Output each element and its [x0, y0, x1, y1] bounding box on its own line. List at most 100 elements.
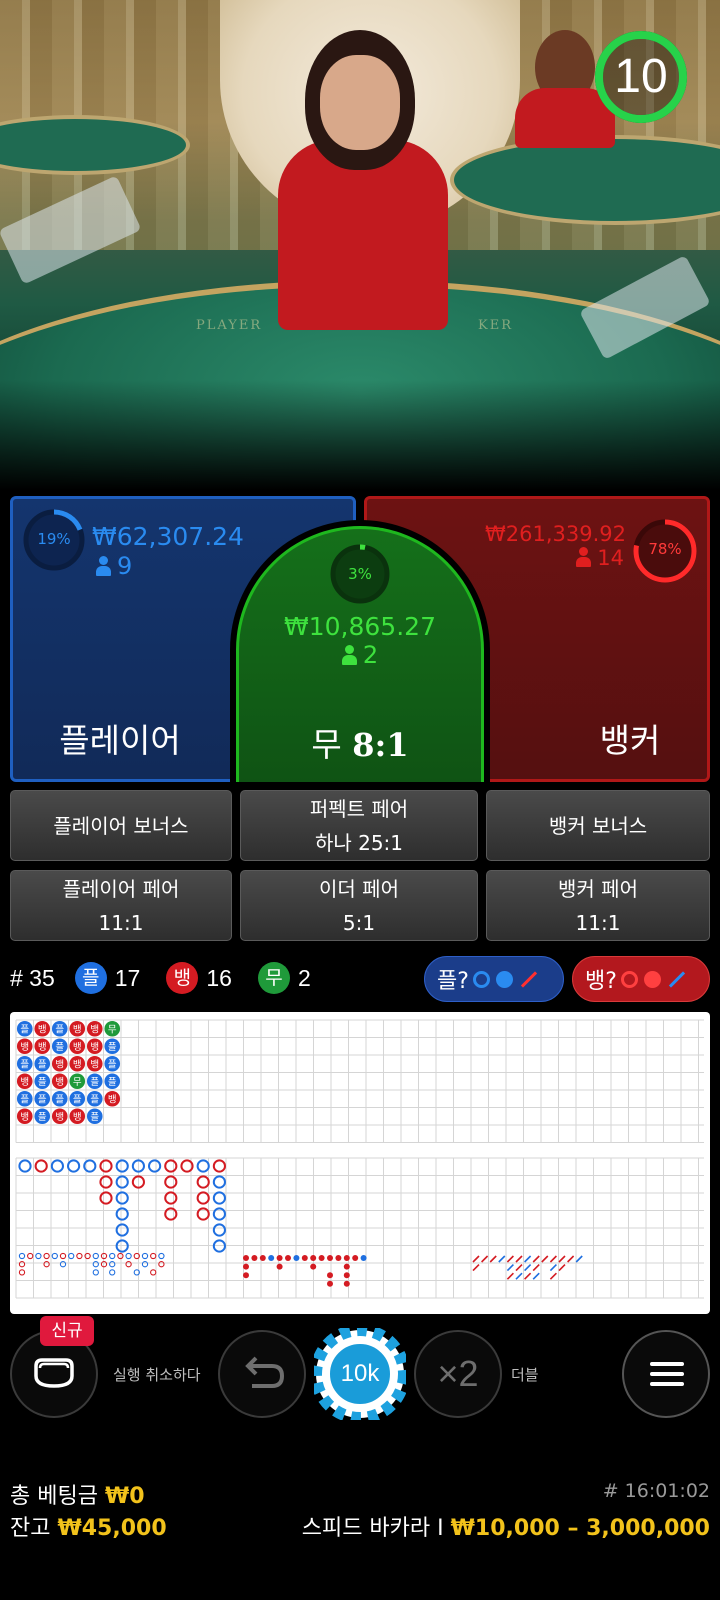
bead-road-label: 뱅 [38, 1042, 47, 1053]
player-pair-button[interactable]: 플레이어 페어 11:1 [10, 870, 232, 941]
scoreboard-roadmap[interactable]: 플뱅플뱅뱅무뱅뱅플뱅뱅플플플뱅뱅뱅플뱅플뱅무플플플플플플플뱅뱅플뱅뱅플 [10, 1012, 710, 1314]
big-road-mark [212, 1175, 226, 1189]
derived-road-slash [472, 1255, 480, 1263]
player-total-amount: ₩62,307.24 [92, 522, 244, 551]
bead-road-label: 뱅 [73, 1042, 82, 1053]
big-road-mark [99, 1191, 113, 1205]
undo-icon [245, 1356, 285, 1388]
big-road-mark [212, 1191, 226, 1205]
derived-road-slash [567, 1255, 575, 1263]
derived-road-dot [360, 1255, 367, 1261]
banker-pair-odds: 11:1 [575, 910, 621, 935]
bead-road-label: 뱅 [73, 1059, 82, 1070]
round-number: # 35 [10, 964, 55, 991]
balance-label: 잔고 [10, 1516, 51, 1541]
derived-road-slash [515, 1255, 523, 1263]
derived-road-dot [310, 1263, 317, 1270]
undo-button[interactable] [218, 1330, 306, 1418]
table-limits: ₩10,000 – 3,000,000 [450, 1516, 710, 1541]
total-bet-label: 총 베팅금 [10, 1484, 98, 1509]
bead-road-label: 뱅 [55, 1112, 64, 1123]
player-bonus-label: 플레이어 보너스 [53, 813, 189, 838]
derived-road-dot [335, 1255, 342, 1261]
derived-road-slash [549, 1272, 557, 1280]
player-bonus-button[interactable]: 플레이어 보너스 [10, 790, 232, 861]
bead-road-label: 무 [108, 1024, 117, 1035]
derived-road-slash [558, 1264, 566, 1272]
derived-road-dot [343, 1263, 350, 1270]
player-person-icon [96, 556, 111, 576]
tie-bettor-count-value: 2 [362, 641, 379, 669]
banker-win-count: 16 [206, 964, 232, 991]
video-fade [0, 380, 720, 490]
banker-pair-button[interactable]: 뱅커 페어 11:1 [486, 870, 710, 941]
bead-road-label: 플 [108, 1042, 117, 1053]
player-predict-label: 플? [437, 969, 469, 994]
menu-button[interactable] [622, 1330, 710, 1418]
tie-bettor-count: 2 [236, 641, 484, 669]
banker-bettor-count-value: 14 [597, 546, 624, 570]
derived-road-mark [43, 1261, 50, 1268]
derived-road-slash [549, 1264, 557, 1272]
derived-road-mark [150, 1252, 157, 1260]
derived-road-dot [301, 1255, 308, 1261]
tie-odds: 8:1 [352, 726, 409, 764]
new-badge: 신규 [40, 1316, 94, 1346]
bead-road-label: 뱅 [108, 1094, 117, 1105]
derived-road-dot [285, 1255, 291, 1261]
bead-road-label: 플 [20, 1024, 29, 1035]
derived-road-dot [243, 1255, 249, 1261]
derived-road-dot [327, 1255, 333, 1261]
derived-road-dot [310, 1255, 317, 1261]
big-road-mark [164, 1191, 178, 1205]
bead-road-label: 뱅 [90, 1024, 99, 1035]
perfect-pair-button[interactable]: 퍼펙트 페어 하나 25:1 [240, 790, 478, 861]
derived-road-slash [532, 1272, 540, 1280]
perfect-pair-label: 퍼펙트 페어 [309, 796, 409, 821]
predict-slash-icon [668, 970, 686, 988]
banker-win-badge: 뱅 [166, 962, 199, 994]
bead-road-label: 플 [20, 1094, 29, 1105]
derived-road-dot [343, 1255, 350, 1261]
perfect-pair-odds: 하나 25:1 [314, 830, 404, 855]
player-pair-label: 플레이어 페어 [62, 876, 180, 901]
banker-person-icon [576, 547, 592, 567]
derived-road-slash [541, 1255, 549, 1263]
banker-total-amount: ₩261,339.92 [484, 522, 626, 546]
banker-bettor-count: 14 [576, 546, 624, 570]
derived-road-slash [532, 1264, 540, 1272]
video-dealer-face [320, 55, 400, 150]
big-road-mark [148, 1159, 162, 1173]
bead-road-label: 플 [38, 1112, 47, 1123]
big-road-mark [67, 1159, 81, 1173]
bead-road-label: 뱅 [38, 1024, 47, 1035]
bead-road-label: 플 [55, 1094, 64, 1105]
banker-predict-button[interactable]: 뱅? [572, 956, 710, 1002]
double-button[interactable]: ×2 [414, 1330, 502, 1418]
derived-road-mark [18, 1261, 26, 1268]
derived-road-slash [524, 1264, 532, 1272]
derived-road-mark [158, 1261, 165, 1268]
predict-ring-icon [472, 970, 490, 988]
derived-road-mark [35, 1252, 42, 1260]
derived-road-slash [506, 1264, 514, 1272]
predict-dot-icon [643, 970, 661, 988]
derived-road-slash [506, 1272, 514, 1280]
tie-label-text: 무 [311, 725, 342, 764]
player-predict-button[interactable]: 플? [424, 956, 564, 1002]
total-bet: 총 베팅금 ₩0 [10, 1478, 145, 1510]
derived-road-slash [532, 1255, 540, 1263]
big-road-mark [18, 1159, 32, 1173]
banker-bonus-button[interactable]: 뱅커 보너스 [486, 790, 710, 861]
game-info: 스피드 바카라 I ₩10,000 – 3,000,000 [302, 1510, 710, 1542]
derived-road-mark [109, 1252, 116, 1260]
derived-road-mark [59, 1261, 67, 1268]
tie-percent: 3% [348, 565, 372, 583]
undo-label: 실행 취소하다 [113, 1366, 201, 1384]
big-road-mark [164, 1159, 178, 1173]
derived-road-mark [76, 1252, 83, 1260]
derived-road-mark [125, 1261, 132, 1268]
roadmap-grid: 플 뱅 플 뱅 뱅 무뱅 뱅 플 뱅 뱅 플플 플 뱅 뱅 뱅 플뱅 플 뱅 무 플 플플 플 플 플 플 뱅뱅 플 뱅 뱅 플 [15, 1019, 704, 1299]
either-pair-button[interactable]: 이더 페어 5:1 [240, 870, 478, 941]
derived-road-dot [293, 1255, 300, 1261]
